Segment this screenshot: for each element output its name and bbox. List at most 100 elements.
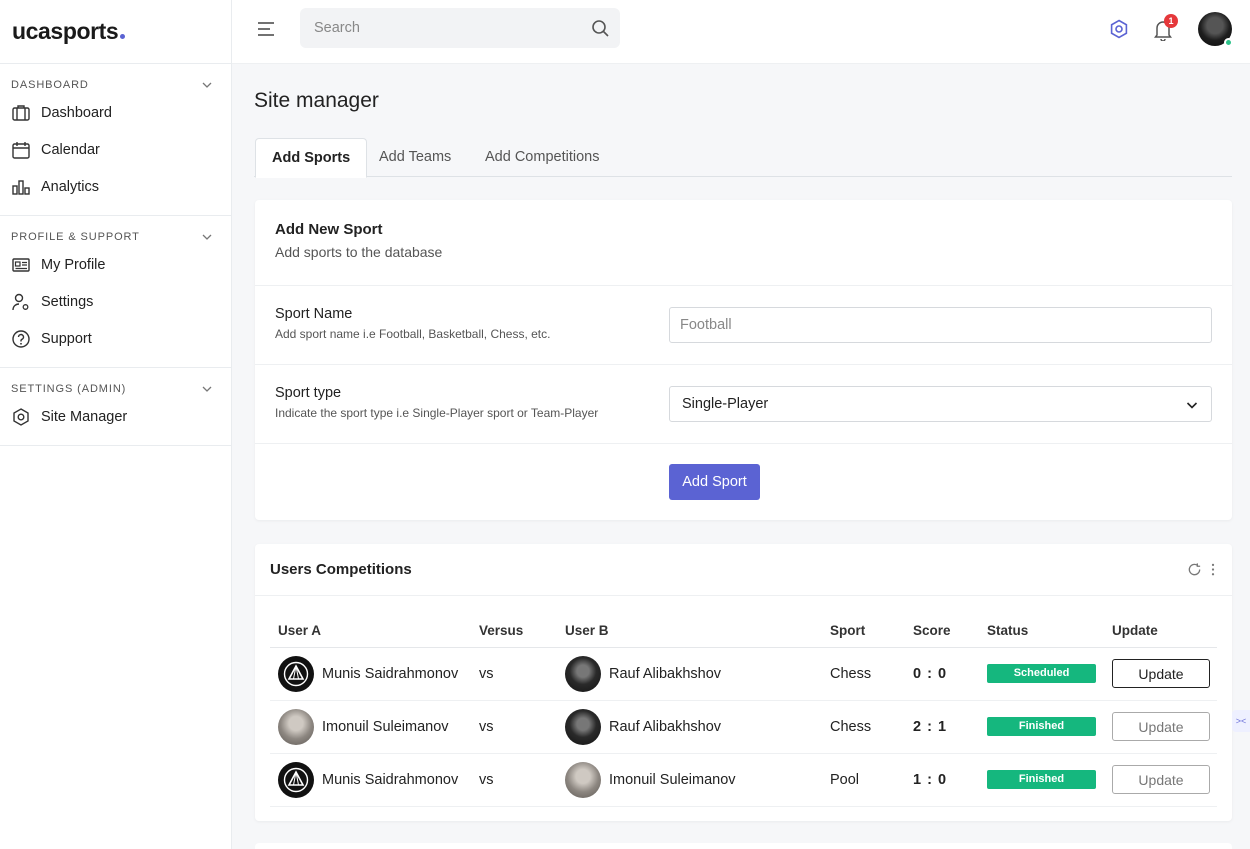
sidebar-item-support[interactable]: Support (0, 320, 231, 357)
sidebar-item-calendar[interactable]: Calendar (0, 131, 231, 168)
nav-section-profile-support: PROFILE & SUPPORT My Profile Settings Su… (0, 216, 231, 368)
user-name: Munis Saidrahmonov (322, 771, 459, 788)
nav-section-header[interactable]: PROFILE & SUPPORT (0, 228, 231, 246)
briefcase-icon (12, 104, 30, 121)
versus-cell: vs (471, 700, 557, 754)
chevron-down-icon (202, 386, 212, 392)
update-button[interactable]: Update (1112, 659, 1210, 688)
tab-add-teams[interactable]: Add Teams (363, 138, 467, 177)
sidebar-item-analytics[interactable]: Analytics (0, 168, 231, 205)
column-header: Score (905, 614, 979, 648)
score-cell: 1 : 0 (905, 753, 979, 807)
sport-cell: Chess (822, 647, 905, 701)
chevron-down-icon (1186, 402, 1198, 409)
side-panel-toggle-icon[interactable]: >< (1232, 710, 1250, 732)
status-badge: Finished (987, 770, 1096, 789)
search-icon[interactable] (590, 18, 610, 38)
user-a-cell: Imonuil Suleimanov (278, 708, 471, 745)
user-a-cell: Munis Saidrahmonov (278, 655, 471, 692)
table-row: Imonuil Suleimanov vs Rauf Alibakhshov C… (270, 700, 1217, 754)
settings-gear-icon[interactable] (1109, 19, 1129, 39)
nav-section-header[interactable]: DASHBOARD (0, 76, 231, 94)
column-header: Versus (471, 614, 557, 648)
sport-name-hint: Add sport name i.e Football, Basketball,… (275, 327, 551, 341)
card-title: Users Competitions (270, 561, 412, 578)
competitions-table: User A Versus User B Sport Score Status … (270, 614, 1217, 807)
page-title: Site manager (254, 89, 379, 112)
score-cell: 0 : 0 (905, 647, 979, 701)
avatar (278, 761, 314, 798)
nav-section-title: PROFILE & SUPPORT (11, 231, 140, 243)
user-b-cell: Rauf Alibakhshov (565, 708, 822, 745)
avatar (278, 655, 314, 692)
sport-name-input[interactable] (669, 307, 1212, 343)
more-options-icon[interactable] (1207, 562, 1219, 577)
column-header: Update (1104, 614, 1217, 648)
nav-section-title: SETTINGS (ADMIN) (11, 383, 127, 395)
sport-name-label: Sport Name (275, 306, 353, 322)
refresh-icon[interactable] (1187, 562, 1202, 577)
sport-type-row: Sport type Indicate the sport type i.e S… (255, 365, 1232, 444)
menu-icon[interactable] (256, 20, 276, 38)
column-header: User B (557, 614, 822, 648)
sidebar-item-site-manager[interactable]: Site Manager (0, 398, 231, 435)
sidebar-item-dashboard[interactable]: Dashboard (0, 94, 231, 131)
topbar: 1 (232, 0, 1250, 64)
sidebar-item-label: My Profile (41, 256, 106, 273)
user-b-cell: Rauf Alibakhshov (565, 655, 822, 692)
user-name: Imonuil Suleimanov (322, 718, 449, 735)
tab-add-competitions[interactable]: Add Competitions (469, 138, 615, 177)
table-row: Munis Saidrahmonov vs Rauf Alibakhshov C… (270, 647, 1217, 701)
status-badge: Finished (987, 717, 1096, 736)
competitions-header: Users Competitions (255, 544, 1232, 596)
sidebar-item-label: Calendar (41, 141, 100, 158)
bar-chart-icon (12, 179, 30, 195)
avatar (565, 655, 601, 692)
nav-section-header[interactable]: SETTINGS (ADMIN) (0, 380, 231, 398)
card-subtitle: Add sports to the database (275, 244, 443, 260)
hexagon-settings-icon (13, 407, 29, 426)
search-input[interactable] (300, 8, 620, 48)
sidebar: ucasports DASHBOARD Dashboard Calendar A… (0, 0, 232, 849)
add-sport-button[interactable]: Add Sport (669, 464, 760, 500)
avatar (278, 708, 314, 745)
sidebar-item-my-profile[interactable]: My Profile (0, 246, 231, 283)
notification-badge: 1 (1164, 14, 1178, 28)
avatar (565, 761, 601, 798)
sidebar-item-label: Site Manager (41, 408, 128, 425)
user-gear-icon (12, 293, 29, 310)
card-title: Add New Sport (275, 221, 383, 238)
sidebar-item-settings[interactable]: Settings (0, 283, 231, 320)
next-card-edge (255, 843, 1232, 849)
update-button[interactable]: Update (1112, 712, 1210, 741)
id-card-icon (12, 257, 30, 272)
chevron-down-icon (202, 82, 212, 88)
update-button[interactable]: Update (1112, 765, 1210, 794)
user-name: Munis Saidrahmonov (322, 665, 459, 682)
brand-name: ucasports (12, 18, 119, 44)
sport-type-hint: Indicate the sport type i.e Single-Playe… (275, 406, 599, 420)
avatar (565, 708, 601, 745)
sport-cell: Pool (822, 753, 905, 807)
user-avatar[interactable] (1198, 12, 1233, 47)
search-box (300, 8, 620, 48)
online-status-dot (1224, 38, 1233, 47)
calendar-icon (12, 141, 30, 159)
column-header: Status (979, 614, 1104, 648)
sidebar-item-label: Analytics (41, 178, 100, 195)
nav-section-dashboard: DASHBOARD Dashboard Calendar Analytics (0, 64, 231, 216)
sport-type-select[interactable]: Single-Player (669, 386, 1212, 422)
tab-add-sports[interactable]: Add Sports (255, 138, 368, 178)
brand-logo[interactable]: ucasports (0, 0, 231, 64)
user-a-cell: Munis Saidrahmonov (278, 761, 471, 798)
help-circle-icon (12, 329, 30, 348)
score-cell: 2 : 1 (905, 700, 979, 754)
user-name: Imonuil Suleimanov (609, 771, 736, 788)
user-b-cell: Imonuil Suleimanov (565, 761, 822, 798)
chevron-down-icon (202, 234, 212, 240)
sidebar-item-label: Settings (41, 293, 94, 310)
sport-type-value: Single-Player (682, 396, 769, 412)
sidebar-item-label: Dashboard (41, 104, 112, 121)
sidebar-item-label: Support (41, 330, 92, 347)
sport-name-row: Sport Name Add sport name i.e Football, … (255, 286, 1232, 365)
